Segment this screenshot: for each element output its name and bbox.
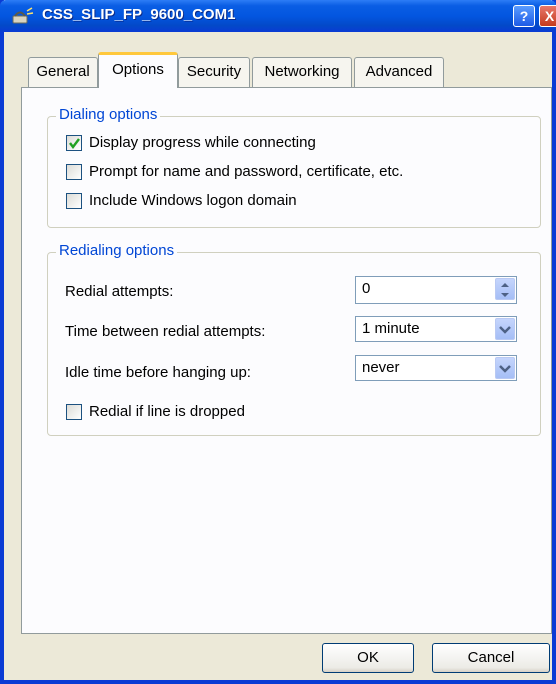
redial-attempts-spinner[interactable]: [495, 278, 515, 300]
redial-attempts-value: 0: [362, 280, 371, 297]
dial-up-connection-icon: [12, 7, 34, 24]
close-icon: X: [544, 8, 555, 24]
tab-general[interactable]: General: [28, 57, 98, 87]
idle-time-label: Idle time before hanging up:: [65, 364, 251, 381]
help-icon: ?: [519, 8, 529, 24]
tab-options[interactable]: Options: [98, 52, 178, 88]
checkmark-icon: [69, 137, 80, 149]
dialing-options-legend: Dialing options: [56, 106, 161, 123]
display-progress-option[interactable]: Display progress while connecting: [66, 134, 316, 151]
redial-attempts-input[interactable]: 0: [355, 276, 517, 304]
include-logon-domain-label: Include Windows logon domain: [89, 192, 297, 209]
chevron-down-icon: [499, 365, 511, 373]
prompt-credentials-checkbox[interactable]: [66, 163, 82, 180]
redial-if-dropped-label: Redial if line is dropped: [89, 403, 245, 420]
tab-advanced[interactable]: Advanced: [354, 57, 444, 87]
chevron-down-icon: [499, 326, 511, 334]
redial-if-dropped-option[interactable]: Redial if line is dropped: [66, 403, 245, 420]
include-logon-domain-checkbox[interactable]: [66, 192, 82, 209]
prompt-credentials-option[interactable]: Prompt for name and password, certificat…: [66, 163, 403, 180]
time-between-attempts-label: Time between redial attempts:: [65, 323, 266, 340]
time-between-attempts-select[interactable]: 1 minute: [355, 316, 517, 342]
tab-networking[interactable]: Networking: [252, 57, 352, 87]
help-button[interactable]: ?: [513, 5, 535, 27]
options-tab-panel: Dialing options Display progress while c…: [21, 87, 552, 634]
prompt-credentials-label: Prompt for name and password, certificat…: [89, 163, 404, 180]
include-logon-domain-option[interactable]: Include Windows logon domain: [66, 192, 297, 209]
idle-time-dropdown[interactable]: [495, 357, 515, 379]
cancel-button[interactable]: Cancel: [432, 643, 550, 673]
time-between-attempts-dropdown[interactable]: [495, 318, 515, 340]
idle-time-select[interactable]: never: [355, 355, 517, 381]
redial-if-dropped-checkbox[interactable]: [66, 403, 82, 420]
close-button[interactable]: X: [539, 5, 556, 27]
redialing-options-legend: Redialing options: [56, 242, 178, 259]
tab-security[interactable]: Security: [178, 57, 250, 87]
idle-time-value: never: [362, 359, 400, 376]
redial-attempts-label: Redial attempts:: [65, 283, 174, 300]
spin-arrows-icon: [501, 283, 509, 297]
title-bar[interactable]: CSS_SLIP_FP_9600_COM1 ? X: [0, 0, 556, 32]
display-progress-label: Display progress while connecting: [89, 134, 316, 151]
display-progress-checkbox[interactable]: [66, 134, 82, 151]
ok-button[interactable]: OK: [322, 643, 414, 673]
time-between-attempts-value: 1 minute: [362, 320, 420, 337]
window-title: CSS_SLIP_FP_9600_COM1: [42, 6, 236, 23]
